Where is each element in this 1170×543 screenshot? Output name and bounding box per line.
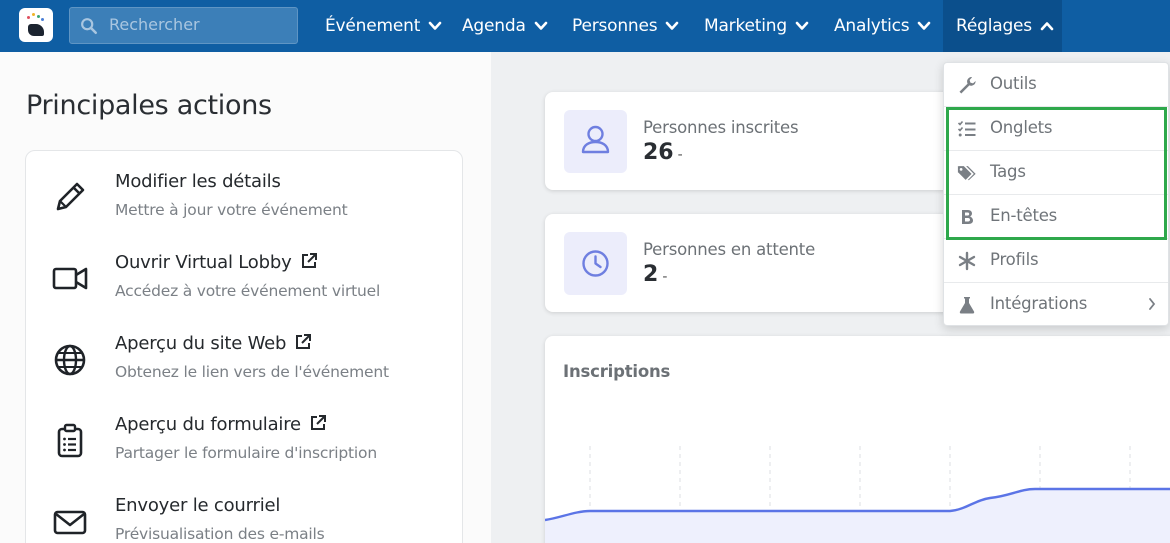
action-title: Modifier les détails: [115, 171, 281, 192]
stat-number: 26: [643, 140, 674, 165]
action-title-text: Ouvrir Virtual Lobby: [115, 252, 292, 273]
nav-marketing[interactable]: Marketing: [704, 0, 809, 52]
action-preview-form[interactable]: Aperçu du formulaire Partager le formula…: [26, 402, 462, 472]
nav-label: Personnes: [572, 16, 658, 36]
action-send-email[interactable]: Envoyer le courriel Prévisualisation des…: [26, 483, 462, 543]
action-subtitle: Mettre à jour votre événement: [115, 201, 348, 219]
action-subtitle: Obtenez le lien vers de l'événement: [115, 363, 389, 381]
top-navbar: Rechercher Événement Agenda Personnes Ma…: [0, 0, 1170, 52]
stat-suffix: -: [662, 269, 668, 285]
action-subtitle: Partager le formulaire d'inscription: [115, 444, 377, 462]
logo-dots: [27, 13, 45, 23]
action-open-virtual-lobby[interactable]: Ouvrir Virtual Lobby Accédez à votre évé…: [26, 240, 462, 310]
menu-item-label: Tags: [990, 162, 1026, 181]
search-input[interactable]: Rechercher: [69, 7, 298, 44]
chart-area: [545, 489, 1170, 543]
external-link-icon: [301, 253, 317, 268]
nav-label: Réglages: [956, 16, 1032, 36]
nav-evenement[interactable]: Événement: [325, 0, 442, 52]
nav-reglages[interactable]: Réglages: [943, 0, 1062, 52]
chevron-up-icon: [1040, 22, 1054, 31]
nav-agenda[interactable]: Agenda: [462, 0, 548, 52]
tags-icon: [957, 166, 976, 181]
asterisk-icon: [958, 251, 976, 271]
registrations-chart: [545, 446, 1170, 543]
bold-icon: [962, 210, 973, 224]
external-link-icon: [296, 334, 312, 349]
stat-label: Personnes inscrites: [643, 118, 799, 137]
nav-label: Événement: [325, 16, 421, 36]
chevron-down-icon: [918, 21, 931, 30]
wrench-icon: [959, 77, 976, 94]
chevron-down-icon: [666, 21, 679, 30]
action-edit-details[interactable]: Modifier les détails Mettre à jour votre…: [26, 159, 462, 229]
chevron-down-icon: [534, 21, 547, 30]
action-title: Ouvrir Virtual Lobby: [115, 252, 318, 273]
menu-item-profils[interactable]: Profils: [944, 239, 1168, 283]
menu-item-tags[interactable]: Tags: [944, 151, 1168, 195]
chevron-down-icon: [795, 21, 809, 30]
menu-item-label: En-têtes: [990, 206, 1058, 225]
search-icon: [81, 18, 98, 35]
action-subtitle: Prévisualisation des e-mails: [115, 525, 325, 543]
action-title: Aperçu du formulaire: [115, 414, 327, 435]
stat-label: Personnes en attente: [643, 240, 816, 259]
action-title: Envoyer le courriel: [115, 495, 281, 516]
menu-item-en-tetes[interactable]: En-têtes: [944, 195, 1168, 239]
menu-item-label: Profils: [990, 250, 1039, 269]
action-title-text: Aperçu du site Web: [115, 333, 287, 354]
envelope-icon: [53, 510, 87, 535]
main-actions-panel: Principales actions Modifier les détails…: [0, 52, 491, 543]
logo-mark: [28, 24, 44, 36]
menu-item-outils[interactable]: Outils: [944, 63, 1168, 107]
flask-icon: [959, 297, 975, 314]
settings-dropdown-menu: Outils Onglets Tags En-têtes Profils Int…: [943, 62, 1169, 326]
menu-item-label: Outils: [990, 74, 1037, 93]
menu-item-integrations[interactable]: Intégrations: [944, 283, 1168, 327]
stat-suffix: -: [677, 147, 683, 163]
stat-number: 2: [643, 262, 659, 287]
external-link-icon: [310, 415, 326, 430]
stat-card-waiting[interactable]: Personnes en attente 2-: [545, 214, 965, 312]
menu-item-onglets[interactable]: Onglets: [944, 107, 1168, 151]
menu-item-label: Intégrations: [990, 294, 1088, 313]
stat-value: 2-: [643, 262, 667, 287]
search-placeholder: Rechercher: [109, 15, 200, 34]
nav-label: Agenda: [462, 16, 526, 36]
stat-icon-box: [564, 232, 627, 295]
action-preview-website[interactable]: Aperçu du site Web Obtenez le lien vers …: [26, 321, 462, 391]
pencil-icon: [56, 182, 85, 211]
registrations-chart-card: Inscriptions: [545, 336, 1170, 543]
nav-analytics[interactable]: Analytics: [834, 0, 931, 52]
stat-icon-box: [564, 110, 627, 173]
chevron-down-icon: [428, 21, 442, 30]
action-subtitle: Accédez à votre événement virtuel: [115, 282, 381, 300]
nav-label: Analytics: [834, 16, 910, 36]
stat-value: 26-: [643, 140, 683, 165]
chevron-right-icon: [1149, 298, 1156, 310]
list-check-icon: [957, 120, 976, 137]
action-title: Aperçu du site Web: [115, 333, 312, 354]
menu-item-label: Onglets: [990, 118, 1053, 137]
globe-icon: [54, 344, 86, 376]
action-title-text: Aperçu du formulaire: [115, 414, 301, 435]
user-icon: [581, 125, 610, 154]
page-title: Principales actions: [26, 90, 272, 121]
nav-label: Marketing: [704, 16, 787, 36]
clipboard-icon: [57, 423, 83, 458]
clock-icon: [582, 250, 609, 277]
stat-card-registered[interactable]: Personnes inscrites 26-: [545, 92, 965, 190]
video-camera-icon: [52, 267, 88, 290]
actions-card: Modifier les détails Mettre à jour votre…: [25, 150, 463, 543]
nav-personnes[interactable]: Personnes: [572, 0, 679, 52]
app-logo[interactable]: [19, 8, 53, 42]
